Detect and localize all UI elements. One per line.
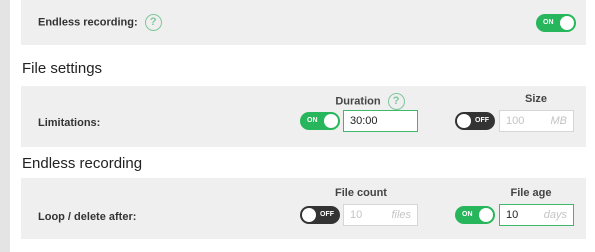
endless-recording-settings-panel: Loop / delete after: File count OFF 10 f… (21, 178, 586, 239)
size-toggle[interactable]: OFF (455, 112, 495, 130)
duration-toggle[interactable]: ON (300, 112, 340, 130)
help-icon[interactable]: ? (144, 14, 162, 31)
toggle-state-label: OFF (320, 211, 334, 218)
endless-recording-panel: Endless recording: ? ON (21, 0, 586, 45)
toggle-state-label: ON (462, 211, 473, 218)
file-count-header: File count (335, 187, 387, 199)
file-age-unit: days (543, 209, 567, 221)
toggle-state-label: ON (543, 19, 554, 26)
toggle-knob (479, 208, 493, 222)
endless-recording-toggle[interactable]: ON (536, 14, 576, 32)
duration-value: 30:00 (350, 115, 378, 127)
endless-recording-label: Endless recording: (38, 16, 138, 29)
file-count-value: 10 (350, 209, 363, 221)
size-unit: MB (550, 115, 568, 127)
file-age-toggle[interactable]: ON (455, 206, 495, 224)
file-age-header: File age (510, 187, 552, 199)
file-age-value: 10 (506, 209, 519, 221)
toggle-state-label: OFF (475, 117, 489, 124)
endless-recording-row: Endless recording: ? (38, 14, 162, 31)
help-icon[interactable]: ? (387, 93, 405, 110)
duration-header: Duration ? (325, 93, 415, 110)
loop-delete-label: Loop / delete after: (38, 211, 137, 223)
toggle-state-label: ON (307, 117, 318, 124)
duration-header-label: Duration (335, 95, 381, 108)
toggle-knob (457, 114, 471, 128)
file-count-input[interactable]: 10 files (343, 204, 418, 226)
file-count-unit: files (391, 209, 411, 221)
toggle-knob (324, 114, 338, 128)
file-age-input[interactable]: 10 days (499, 204, 574, 226)
size-value: 100 (506, 115, 525, 127)
left-scroll-bar (0, 0, 10, 252)
endless-recording-title: Endless recording (22, 155, 143, 172)
toggle-knob (560, 16, 574, 30)
limitations-label: Limitations: (38, 117, 101, 129)
file-settings-panel: Limitations: Duration ? ON 30:00 Size OF… (21, 86, 586, 147)
size-input[interactable]: 100 MB (499, 110, 574, 132)
file-count-toggle[interactable]: OFF (300, 206, 340, 224)
size-header: Size (524, 93, 547, 105)
toggle-knob (302, 208, 316, 222)
duration-input[interactable]: 30:00 (343, 110, 418, 132)
file-settings-title: File settings (22, 60, 103, 77)
